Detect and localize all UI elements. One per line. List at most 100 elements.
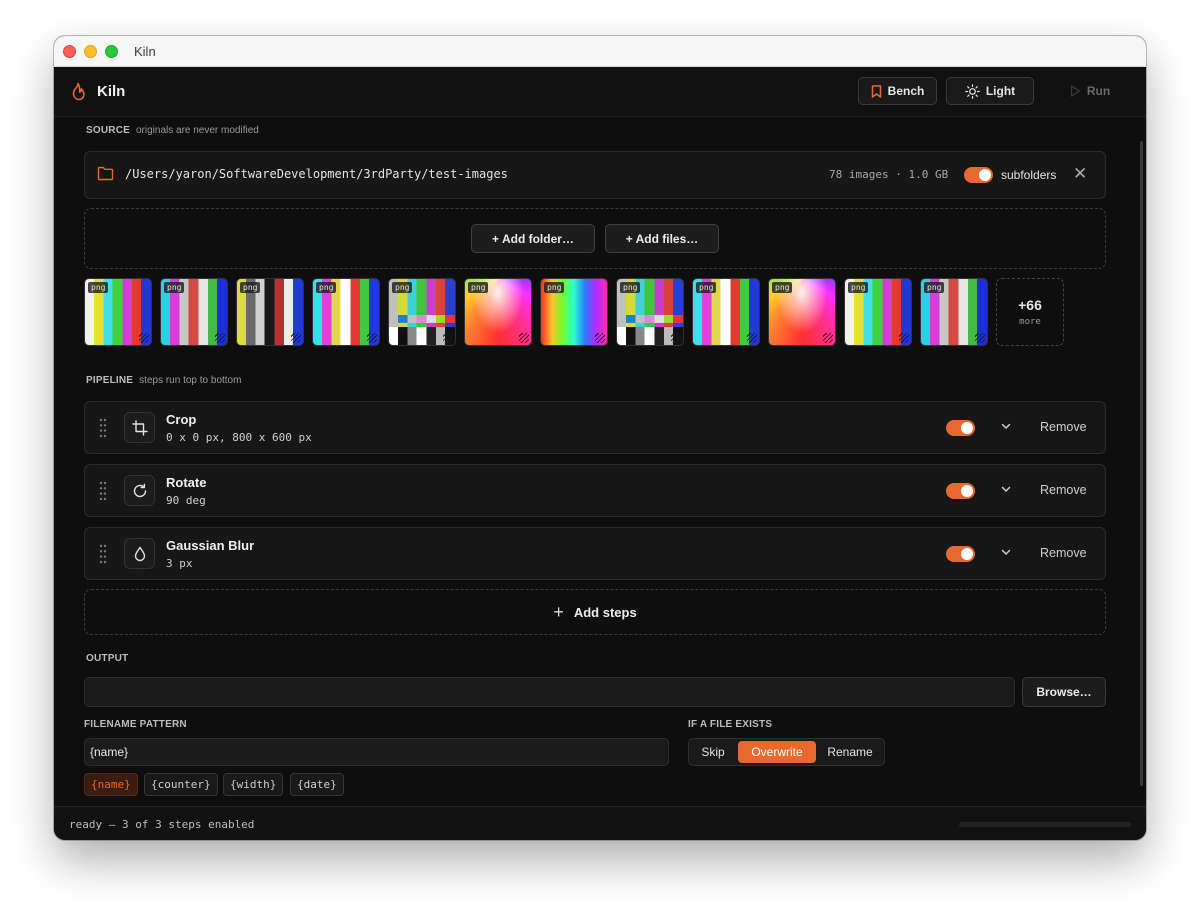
pipeline-step-rotate[interactable]: Rotate 90 deg Remove: [84, 464, 1106, 517]
status-text: ready — 3 of 3 steps enabled: [69, 818, 255, 831]
status-bar: ready — 3 of 3 steps enabled: [54, 806, 1146, 840]
format-badge: png: [848, 282, 869, 293]
resize-corner-icon: [671, 333, 681, 343]
image-thumbnail[interactable]: png: [768, 278, 836, 346]
droplet-icon: [124, 538, 155, 569]
step-enabled-toggle[interactable]: [946, 546, 975, 562]
image-thumbnail[interactable]: png: [920, 278, 988, 346]
drag-handle-icon[interactable]: [99, 481, 107, 501]
image-thumbnail[interactable]: png: [388, 278, 456, 346]
token-chip-width[interactable]: {width}: [223, 773, 284, 796]
filename-pattern-label: FILENAME PATTERN: [84, 719, 187, 730]
source-dropzone[interactable]: + Add folder… + Add files…: [84, 208, 1106, 269]
output-path-input[interactable]: [84, 677, 1015, 707]
step-params: 90 deg: [166, 494, 206, 507]
output-section-label: OUTPUT: [86, 653, 129, 664]
pipeline-section-label: PIPELINE steps run top to bottom: [86, 375, 241, 386]
scrollbar[interactable]: [1140, 141, 1143, 786]
token-chip-counter[interactable]: {counter}: [144, 773, 218, 796]
resize-corner-icon: [139, 333, 149, 343]
resize-corner-icon: [899, 333, 909, 343]
option-overwrite[interactable]: Overwrite: [738, 741, 816, 763]
sun-icon: [964, 83, 980, 99]
drag-handle-icon[interactable]: [99, 418, 107, 438]
remove-source-icon[interactable]: ✕: [1073, 164, 1087, 184]
progress-bar: [959, 822, 1131, 827]
browse-button[interactable]: Browse…: [1022, 677, 1106, 707]
format-badge: png: [544, 282, 565, 293]
remove-step-button[interactable]: Remove: [1040, 420, 1087, 434]
image-thumbnail[interactable]: png: [464, 278, 532, 346]
window-title: Kiln: [134, 44, 156, 59]
crop-icon: [124, 412, 155, 443]
option-rename[interactable]: Rename: [818, 741, 882, 763]
format-badge: png: [392, 282, 413, 293]
format-badge: png: [620, 282, 641, 293]
pipeline-label-text: PIPELINE: [86, 375, 134, 386]
chevron-down-icon[interactable]: [1000, 420, 1012, 432]
add-folder-button[interactable]: + Add folder…: [471, 224, 595, 253]
theme-toggle-button[interactable]: Light: [946, 77, 1034, 105]
step-enabled-toggle[interactable]: [946, 420, 975, 436]
token-chip-name[interactable]: {name}: [84, 773, 138, 796]
option-skip[interactable]: Skip: [691, 741, 735, 763]
add-files-button[interactable]: + Add files…: [605, 224, 719, 253]
more-label: more: [1019, 317, 1041, 327]
bookmark-icon: [871, 84, 881, 98]
app-window: Kiln Kiln Bench Light Run SOURCE origina…: [54, 36, 1146, 840]
if-file-exists-label: IF A FILE EXISTS: [688, 719, 773, 730]
more-images-tile[interactable]: +66 more: [996, 278, 1064, 346]
plus-icon: +: [553, 601, 564, 622]
resize-corner-icon: [595, 333, 605, 343]
step-params: 3 px: [166, 557, 193, 570]
source-section-label: SOURCE originals are never modified: [86, 125, 259, 136]
step-params: 0 x 0 px, 800 x 600 px: [166, 431, 312, 444]
rotate-icon: [124, 475, 155, 506]
format-badge: png: [772, 282, 793, 293]
bench-button-label: Bench: [887, 84, 925, 98]
bench-button[interactable]: Bench: [858, 77, 937, 105]
chevron-down-icon[interactable]: [1000, 546, 1012, 558]
format-badge: png: [164, 282, 185, 293]
image-thumbnail[interactable]: png: [160, 278, 228, 346]
pipeline-hint: steps run top to bottom: [139, 375, 242, 386]
image-thumbnail[interactable]: png: [844, 278, 912, 346]
step-name: Gaussian Blur: [166, 538, 255, 553]
app-name: Kiln: [97, 83, 126, 100]
subfolders-label: subfolders: [1001, 168, 1057, 182]
remove-step-button[interactable]: Remove: [1040, 483, 1087, 497]
format-badge: png: [316, 282, 337, 293]
resize-corner-icon: [747, 333, 757, 343]
token-chip-date[interactable]: {date}: [290, 773, 344, 796]
chevron-down-icon[interactable]: [1000, 483, 1012, 495]
filename-pattern-input[interactable]: {name}: [84, 738, 669, 766]
folder-icon: [97, 166, 114, 181]
drag-handle-icon[interactable]: [99, 544, 107, 564]
source-hint: originals are never modified: [135, 125, 259, 136]
image-thumbnail[interactable]: png: [84, 278, 152, 346]
image-thumbnail[interactable]: png: [312, 278, 380, 346]
run-button[interactable]: Run: [1054, 77, 1126, 105]
format-badge: png: [468, 282, 489, 293]
title-bar: Kiln: [54, 36, 1146, 67]
image-thumbnail[interactable]: png: [616, 278, 684, 346]
more-count: +66: [1018, 297, 1042, 313]
close-window-button[interactable]: [63, 45, 76, 58]
add-steps-button[interactable]: + Add steps: [84, 589, 1106, 635]
if-file-exists-selector: Skip Overwrite Rename: [688, 738, 885, 766]
image-thumbnail[interactable]: png: [236, 278, 304, 346]
step-name: Rotate: [166, 475, 207, 490]
flame-icon: [72, 82, 85, 101]
app-header: Kiln Bench Light Run: [54, 67, 1146, 117]
subfolders-toggle[interactable]: [964, 167, 993, 183]
pipeline-step-gaussian-blur[interactable]: Gaussian Blur 3 px Remove: [84, 527, 1106, 580]
step-enabled-toggle[interactable]: [946, 483, 975, 499]
minimize-window-button[interactable]: [84, 45, 97, 58]
format-badge: png: [240, 282, 261, 293]
image-thumbnail[interactable]: png: [540, 278, 608, 346]
pipeline-step-crop[interactable]: Crop 0 x 0 px, 800 x 600 px Remove: [84, 401, 1106, 454]
resize-corner-icon: [215, 333, 225, 343]
remove-step-button[interactable]: Remove: [1040, 546, 1087, 560]
zoom-window-button[interactable]: [105, 45, 118, 58]
image-thumbnail[interactable]: png: [692, 278, 760, 346]
